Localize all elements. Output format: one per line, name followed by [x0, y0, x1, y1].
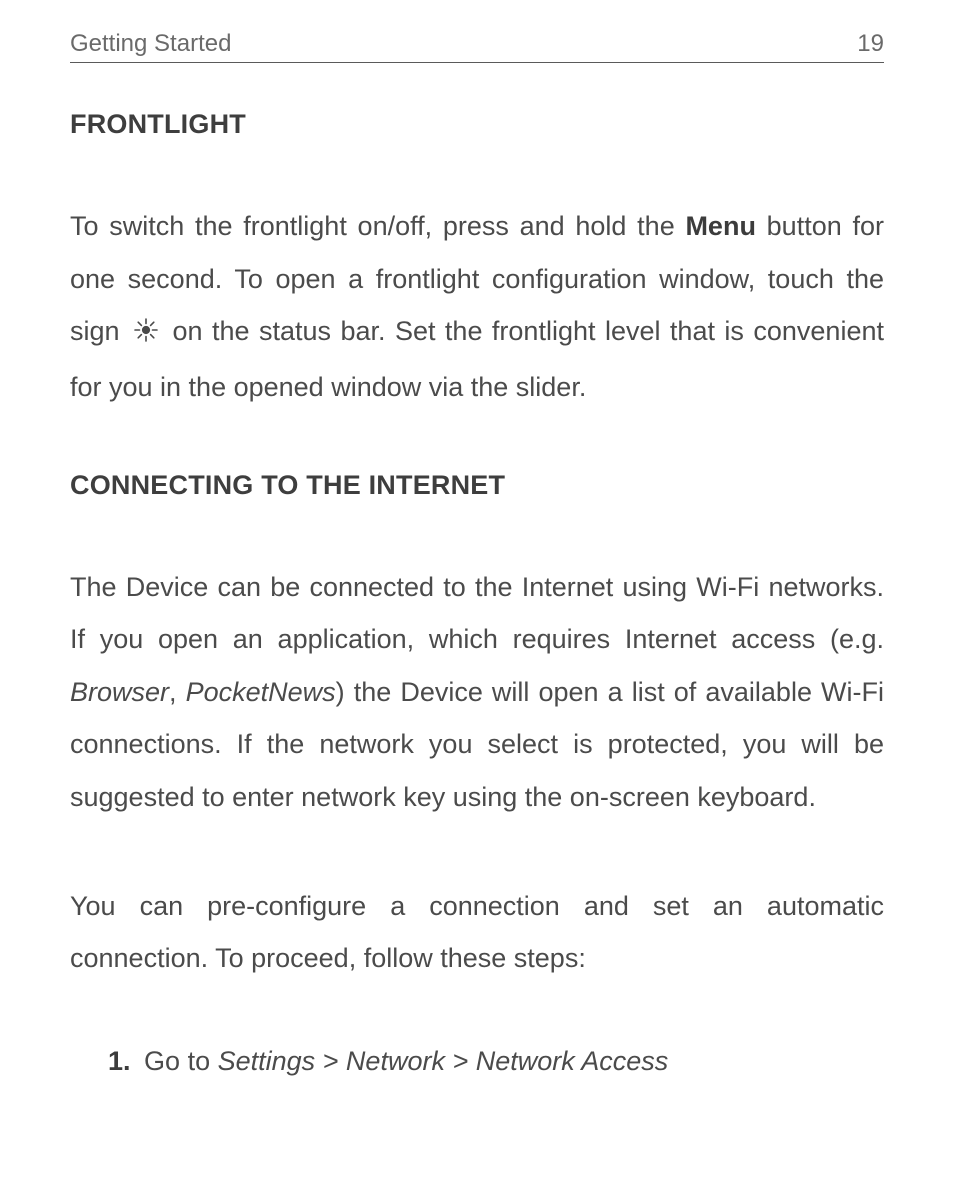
text-run: To switch the frontlight on/off, press a… — [70, 211, 685, 241]
frontlight-paragraph: To switch the frontlight on/off, press a… — [70, 200, 884, 414]
settings-path: Settings > Network > Network Access — [218, 1046, 669, 1076]
step-number: 1. — [108, 1046, 131, 1076]
brightness-icon — [133, 308, 159, 361]
section-heading-internet: CONNECTING TO THE INTERNET — [70, 470, 884, 501]
internet-paragraph-2: You can pre-configure a connection and s… — [70, 880, 884, 985]
step-item-1: 1. Go to Settings > Network > Network Ac… — [108, 1035, 884, 1088]
chapter-name: Getting Started — [70, 30, 231, 58]
text-run: The Device can be connected to the Inter… — [70, 572, 884, 655]
text-run: , — [169, 677, 186, 707]
page-number: 19 — [857, 30, 884, 58]
step-text: Go to — [144, 1046, 218, 1076]
section-heading-frontlight: FRONTLIGHT — [70, 109, 884, 140]
app-name-pocketnews: PocketNews — [186, 677, 336, 707]
menu-button-label: Menu — [685, 211, 756, 241]
internet-paragraph-1: The Device can be connected to the Inter… — [70, 561, 884, 824]
steps-list: 1. Go to Settings > Network > Network Ac… — [70, 1035, 884, 1088]
text-run: on the status bar. Set the frontlight le… — [70, 316, 884, 402]
app-name-browser: Browser — [70, 677, 169, 707]
running-header: Getting Started 19 — [70, 30, 884, 63]
